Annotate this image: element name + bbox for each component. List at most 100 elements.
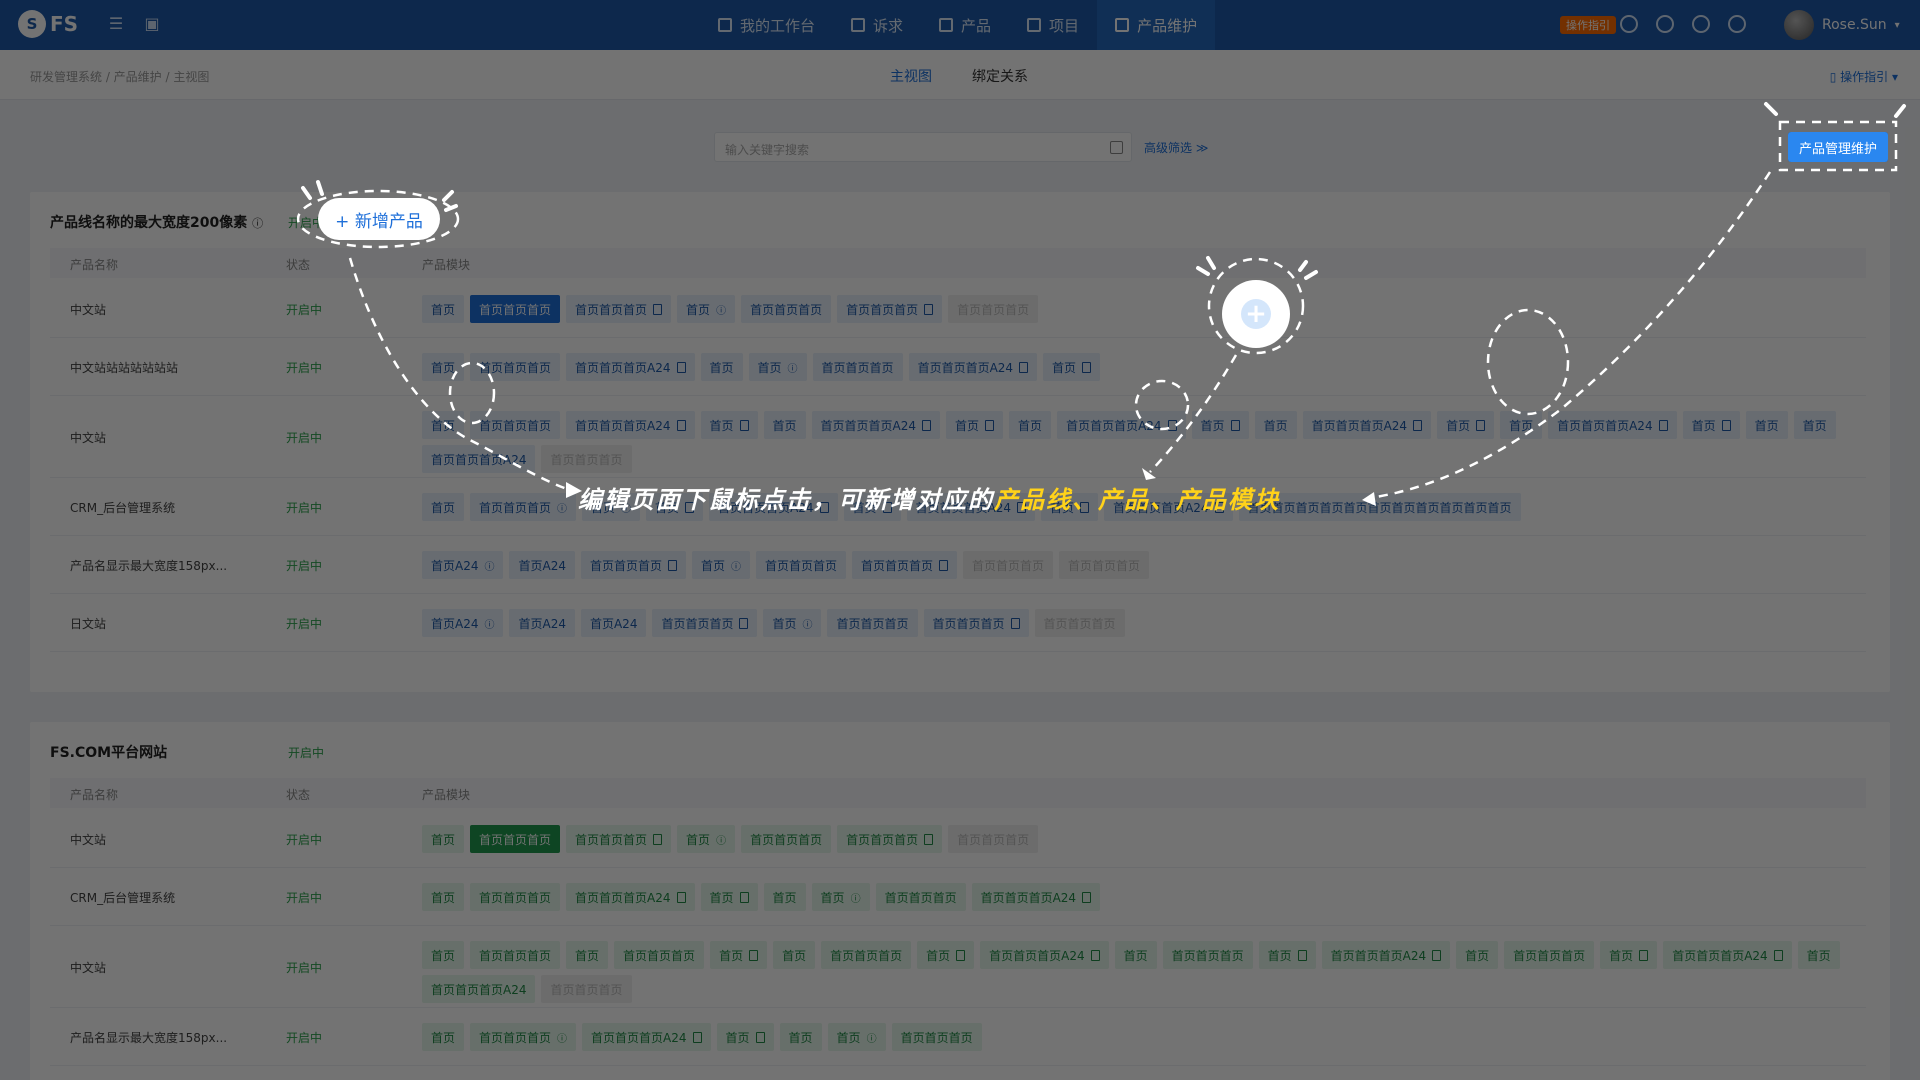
module-chip[interactable]: 首页首页首页 [470,941,561,969]
module-chip[interactable]: 首页 [1682,411,1740,439]
bookmark-icon[interactable] [653,833,663,845]
module-chip[interactable]: 首页首页首页A24 [1321,941,1451,969]
module-chip[interactable]: 首页A24 [580,609,647,637]
module-chip[interactable]: 首页首页首页 ⓘ [470,493,577,521]
bookmark-icon[interactable] [1773,949,1783,961]
module-chip[interactable]: 首页首页首页 [756,551,847,579]
module-chip[interactable]: 首页首页首页 [580,551,686,579]
nav-item-3[interactable]: 项目 [1009,0,1097,50]
bookmark-icon[interactable] [739,419,749,431]
bookmark-icon[interactable] [653,303,663,315]
module-chip[interactable]: 首页首页首页A24 [1302,411,1432,439]
module-chip[interactable]: 首页首页首页 [948,295,1039,323]
module-chip[interactable]: 首页首页首页 [1504,941,1595,969]
search-input[interactable]: 输入关键字搜索 [714,132,1132,162]
bookmark-icon[interactable] [676,419,686,431]
bookmark-icon[interactable] [1167,419,1177,431]
bookmark-icon[interactable] [1432,949,1442,961]
module-chip[interactable]: 首页首页首页 [741,825,832,853]
circle-icon[interactable] [1728,15,1746,33]
module-chip[interactable]: 首页 ⓘ [691,551,750,579]
module-chip[interactable]: 首页首页首页 [566,295,672,323]
module-chip[interactable]: 首页首页首页A24 [566,883,695,911]
bookmark-icon[interactable] [922,419,932,431]
module-chip[interactable]: 首页 [1456,941,1499,969]
module-chip[interactable]: 首页首页首页A24 [980,941,1109,969]
nav-item-1[interactable]: 诉求 [833,0,921,50]
op-guide-link[interactable]: ▯ 操作指引 ▾ [1830,68,1898,85]
bookmark-icon[interactable] [755,1031,765,1043]
nav-item-4[interactable]: 产品维护 [1097,0,1216,50]
module-chip[interactable]: 首页首页首页A24 [1548,411,1677,439]
bookmark-icon[interactable] [1082,361,1092,373]
module-chip[interactable]: 首页 ⓘ [811,883,870,911]
module-chip[interactable]: 首页 [700,411,758,439]
module-chip[interactable]: 首页 ⓘ [748,353,807,381]
user-menu[interactable]: Rose.Sun ▾ [1784,10,1900,40]
module-chip[interactable]: 首页 [1114,941,1157,969]
bookmark-icon[interactable] [1019,361,1029,373]
globe-icon[interactable] [1692,15,1710,33]
module-chip[interactable]: 首页 [779,1023,822,1051]
module-chip[interactable]: 首页首页首页A24 [582,1023,711,1051]
module-chip[interactable]: 首页 [422,825,465,853]
tab-main-view[interactable]: 主视图 [890,66,932,86]
module-chip[interactable]: 首页首页首页 [741,295,832,323]
module-chip[interactable]: 首页 [422,883,465,911]
module-chip[interactable]: 首页 [1797,941,1840,969]
bookmark-icon[interactable] [924,833,934,845]
module-chip[interactable]: 首页A24 ⓘ [422,551,504,579]
fs-logo[interactable]: S FS [18,10,78,38]
module-chip[interactable]: 首页首页首页 [837,295,943,323]
module-chip[interactable]: 首页首页首页 [470,825,561,853]
bookmark-icon[interactable] [1721,419,1731,431]
module-chip[interactable]: 首页首页首页A24 [422,445,536,473]
bookmark-icon[interactable] [1082,891,1092,903]
bookmark-icon[interactable] [667,559,677,571]
bookmark-icon[interactable] [1413,419,1423,431]
bookmark-icon[interactable] [749,949,759,961]
module-chip[interactable]: 首页 [422,1023,465,1051]
module-chip[interactable]: 首页 [566,941,609,969]
module-chip[interactable]: 首页 [700,883,758,911]
bookmark-icon[interactable] [676,361,686,373]
screen-icon[interactable]: ▣ [142,14,162,34]
module-chip[interactable]: 首页 ⓘ [677,295,736,323]
module-chip[interactable]: 首页 [1793,411,1836,439]
refresh-icon[interactable] [1656,15,1674,33]
module-chip[interactable]: 首页 [1009,411,1052,439]
module-chip[interactable]: 首页 [1191,411,1249,439]
nav-item-2[interactable]: 产品 [921,0,1009,50]
module-chip[interactable]: 首页首页首页A24 [1663,941,1792,969]
bookmark-icon[interactable] [739,891,749,903]
module-chip[interactable]: 首页 [1600,941,1658,969]
module-chip[interactable]: 首页首页首页 [948,825,1039,853]
module-chip[interactable]: 首页首页首页 [812,353,903,381]
module-chip[interactable]: 首页首页首页A24 [1057,411,1186,439]
add-module-button[interactable]: + [1222,280,1290,348]
module-chip[interactable]: 首页首页首页 [566,825,672,853]
module-chip[interactable]: 首页首页首页 [852,551,958,579]
bookmark-icon[interactable] [739,617,749,629]
module-chip[interactable]: 首页首页首页 [923,609,1029,637]
module-chip[interactable]: 首页首页首页A24 [566,411,695,439]
module-chip[interactable]: 首页 [1500,411,1543,439]
module-chip[interactable]: 首页首页首页首页首页首页首页首页首页首页首页 [1238,493,1521,521]
add-product-button[interactable]: + 新增产品 [318,198,440,240]
module-chip[interactable]: 首页 [1043,353,1101,381]
module-chip[interactable]: 首页 [422,941,465,969]
module-chip[interactable]: 首页 [700,353,743,381]
module-chip[interactable]: 首页 [422,353,465,381]
module-chip[interactable]: 首页首页首页A24 [811,411,941,439]
module-chip[interactable]: 首页 [773,941,816,969]
advanced-filter-link[interactable]: 高级筛选 ≫ [1144,139,1208,156]
bookmark-icon[interactable] [676,891,686,903]
module-chip[interactable]: 首页首页首页 [821,941,912,969]
module-chip[interactable]: 首页首页首页 [1034,609,1125,637]
menu-icon[interactable]: ☰ [106,14,126,34]
module-chip[interactable]: 首页首页首页 [963,551,1054,579]
module-chip[interactable]: 首页 [946,411,1004,439]
module-chip[interactable]: 首页 [1258,941,1316,969]
product-manage-button-highlight[interactable]: 产品管理维护 [1788,132,1888,162]
module-chip[interactable]: 首页 [422,295,465,323]
